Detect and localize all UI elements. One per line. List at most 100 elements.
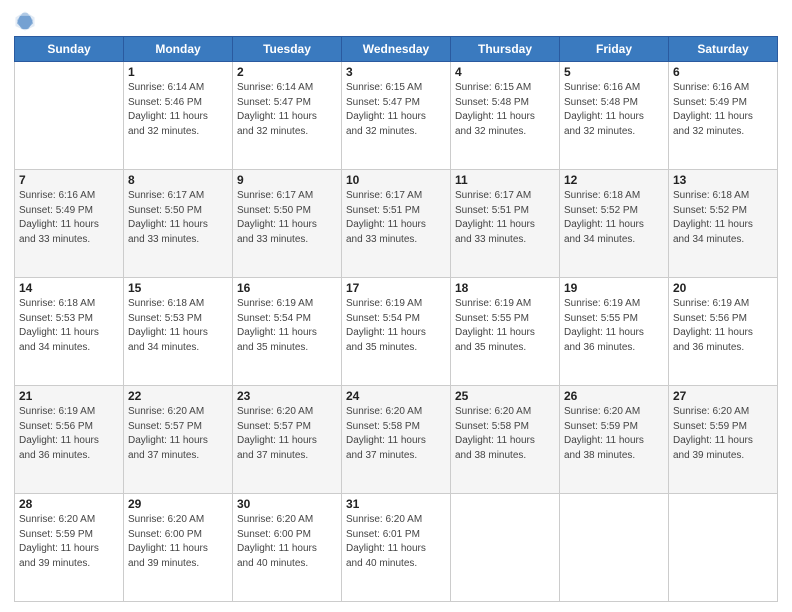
calendar-cell: 4Sunrise: 6:15 AMSunset: 5:48 PMDaylight… [451, 62, 560, 170]
calendar-cell: 6 Sunrise: 6:16 AM Sunset: 5:49 PM Daylight… [669, 62, 778, 170]
daylight-text-1: Daylight: 11 hours [346, 543, 426, 554]
calendar-cell: 24Sunrise: 6:20 AMSunset: 5:58 PMDayligh… [342, 386, 451, 494]
calendar-cell: 15Sunrise: 6:18 AMSunset: 5:53 PMDayligh… [124, 278, 233, 386]
daylight-text-1: Daylight: 11 hours [128, 111, 208, 122]
logo-icon [14, 10, 36, 32]
sunrise-text: Sunrise: 6:17 AM [237, 190, 313, 201]
day-number: 14 [19, 281, 119, 295]
daylight-text-2: and 32 minutes. [673, 126, 744, 137]
sunset-text: Sunset: 5:57 PM [128, 421, 202, 432]
day-number: 31 [346, 497, 446, 511]
sunrise-text: Sunrise: 6:19 AM [455, 298, 531, 309]
day-detail: Sunrise: 6:19 AMSunset: 5:55 PMDaylight:… [455, 297, 555, 355]
calendar-cell [560, 494, 669, 602]
day-detail: Sunrise: 6:16 AM Sunset: 5:49 PM Daylight:… [673, 81, 773, 139]
daylight-text-2: and 34 minutes. [19, 342, 90, 353]
day-detail: Sunrise: 6:20 AMSunset: 5:59 PMDaylight:… [564, 405, 664, 463]
calendar-cell: 17Sunrise: 6:19 AMSunset: 5:54 PMDayligh… [342, 278, 451, 386]
sunrise-text: Sunrise: 6:19 AM [19, 406, 95, 417]
day-header-friday: Friday [560, 37, 669, 62]
calendar-cell: 25 Sunrise: 6:20 AMSunset: 5:58 PMDayligh… [451, 386, 560, 494]
day-detail: Sunrise: 6:20 AMSunset: 5:58 PMDaylight:… [455, 405, 555, 463]
daylight-text-2: and 38 minutes. [564, 450, 635, 461]
sunset-text: Sunset: 5:53 PM [128, 313, 202, 324]
daylight-text-1: Daylight: 11 hours [564, 219, 644, 230]
day-detail: Sunrise: 6:18 AMSunset: 5:52 PMDaylight:… [564, 189, 664, 247]
day-detail: Sunrise: 6:20 AMSunset: 6:00 PMDaylight:… [128, 513, 228, 571]
day-number: 9 [237, 173, 337, 187]
daylight-text-1: Daylight: 11 hours [128, 435, 208, 446]
daylight-text-2: and 35 minutes. [237, 342, 308, 353]
daylight-text-2: and 33 minutes. [455, 234, 526, 245]
day-number: 27 [673, 389, 773, 403]
calendar-cell: 21 Sunrise: 6:19 AMSunset: 5:56 PMDayligh… [15, 386, 124, 494]
sunset-text: Sunset: 5:48 PM [455, 97, 529, 108]
day-number: 21 [19, 389, 119, 403]
sunset-text: Sunset: 5:58 PM [346, 421, 420, 432]
week-row-3: 14Sunrise: 6:18 AMSunset: 5:53 PMDayligh… [15, 278, 778, 386]
daylight-text-1: Daylight: 11 hours [19, 327, 99, 338]
day-number: 18 [455, 281, 555, 295]
daylight-text-1: Daylight: 11 hours [673, 435, 753, 446]
sunrise-text: Sunrise: 6:16 AM [19, 190, 95, 201]
calendar-cell: 19Sunrise: 6:19 AMSunset: 5:55 PMDayligh… [560, 278, 669, 386]
day-number: 4 [455, 65, 555, 79]
calendar-cell: 11Sunrise: 6:17 AMSunset: 5:51 PMDayligh… [451, 170, 560, 278]
day-number: 17 [346, 281, 446, 295]
day-detail: Sunrise: 6:16 AM Sunset: 5:49 PM Daylight:… [19, 189, 119, 247]
sunset-text: Sunset: 5:54 PM [237, 313, 311, 324]
sunrise-text: Sunrise: 6:14 AM [237, 82, 313, 93]
logo-area [14, 10, 44, 32]
daylight-text-1: Daylight: 11 hours [237, 435, 317, 446]
day-number: 25 [455, 389, 555, 403]
sunset-text: Sunset: 5:57 PM [237, 421, 311, 432]
sunrise-text: Sunrise: 6:16 AM [564, 82, 640, 93]
calendar-cell: 16Sunrise: 6:19 AMSunset: 5:54 PMDayligh… [233, 278, 342, 386]
sunset-text: Sunset: 5:47 PM [237, 97, 311, 108]
daylight-text-2: and 37 minutes. [346, 450, 417, 461]
daylight-text-1: Daylight: 11 hours [19, 543, 99, 554]
daylight-text-2: and 32 minutes. [237, 126, 308, 137]
calendar-cell [15, 62, 124, 170]
day-header-saturday: Saturday [669, 37, 778, 62]
sunset-text: Sunset: 5:59 PM [19, 529, 93, 540]
daylight-text-1: Daylight: 11 hours [346, 111, 426, 122]
sunrise-text: Sunrise: 6:14 AM [128, 82, 204, 93]
daylight-text-1: Daylight: 11 hours [455, 111, 535, 122]
calendar-cell: 31Sunrise: 6:20 AMSunset: 6:01 PMDayligh… [342, 494, 451, 602]
calendar-cell: 8Sunrise: 6:17 AMSunset: 5:50 PMDaylight… [124, 170, 233, 278]
days-header-row: SundayMondayTuesdayWednesdayThursdayFrid… [15, 37, 778, 62]
sunrise-text: Sunrise: 6:19 AM [564, 298, 640, 309]
sunset-text: Sunset: 5:49 PM [673, 97, 747, 108]
sunrise-text: Sunrise: 6:16 AM [673, 82, 749, 93]
daylight-text-1: Daylight: 11 hours [673, 111, 753, 122]
sunrise-text: Sunrise: 6:17 AM [128, 190, 204, 201]
sunrise-text: Sunrise: 6:20 AM [128, 406, 204, 417]
sunset-text: Sunset: 5:56 PM [673, 313, 747, 324]
day-detail: Sunrise: 6:19 AMSunset: 5:56 PMDaylight:… [19, 405, 119, 463]
day-number: 5 [564, 65, 664, 79]
daylight-text-1: Daylight: 11 hours [19, 219, 99, 230]
sunset-text: Sunset: 5:52 PM [673, 205, 747, 216]
day-detail: Sunrise: 6:17 AMSunset: 5:51 PMDaylight:… [455, 189, 555, 247]
calendar-cell [669, 494, 778, 602]
sunrise-text: Sunrise: 6:18 AM [564, 190, 640, 201]
logo [14, 10, 44, 32]
week-row-2: 7Sunrise: 6:16 AMSunset: 5:49 PMDaylight… [15, 170, 778, 278]
day-number: 6 [673, 65, 773, 79]
week-row-5: 28Sunrise: 6:20 AMSunset: 5:59 PMDayligh… [15, 494, 778, 602]
calendar-cell: 22Sunrise: 6:20 AMSunset: 5:57 PMDayligh… [124, 386, 233, 494]
day-number: 10 [346, 173, 446, 187]
sunrise-text: Sunrise: 6:20 AM [237, 514, 313, 525]
sunset-text: Sunset: 5:54 PM [346, 313, 420, 324]
calendar-cell: 30Sunrise: 6:20 AMSunset: 6:00 PMDayligh… [233, 494, 342, 602]
daylight-text-2: and 32 minutes. [564, 126, 635, 137]
sunset-text: Sunset: 5:58 PM [455, 421, 529, 432]
week-row-1: 1Sunrise: 6:14 AMSunset: 5:46 PMDaylight… [15, 62, 778, 170]
day-detail: Sunrise: 6:17 AMSunset: 5:50 PMDaylight:… [237, 189, 337, 247]
daylight-text-2: and 35 minutes. [455, 342, 526, 353]
sunset-text: Sunset: 5:49 PM [19, 205, 93, 216]
daylight-text-1: Daylight: 11 hours [564, 111, 644, 122]
sunset-text: Sunset: 5:51 PM [346, 205, 420, 216]
sunrise-text: Sunrise: 6:20 AM [19, 514, 95, 525]
